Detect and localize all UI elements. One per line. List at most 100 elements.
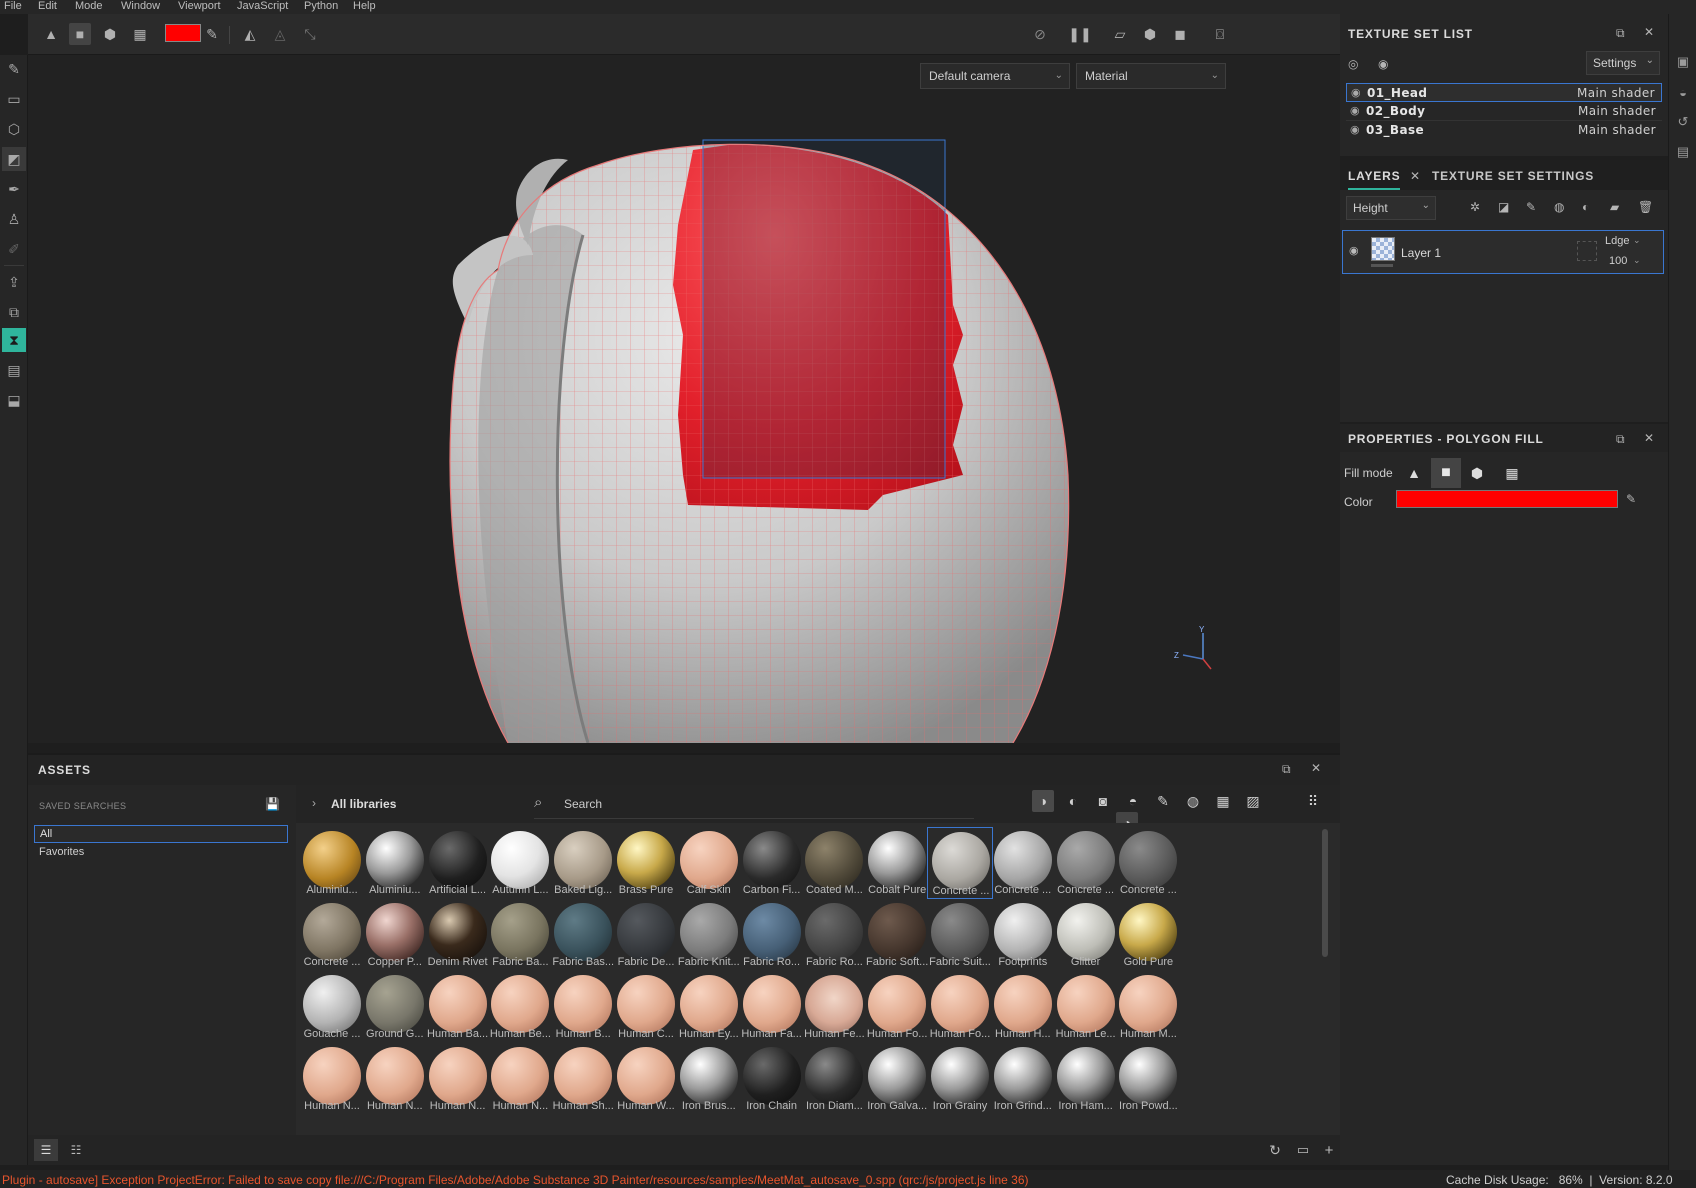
asset-tile[interactable]: Concrete ... [299, 899, 365, 971]
camera-select[interactable]: Default camera ⌄ [920, 63, 1070, 89]
asset-tile[interactable]: Artificial L... [425, 827, 491, 899]
box-icon[interactable]: ⬓ [2, 388, 26, 412]
tab-texture-set-settings[interactable]: TEXTURE SET SETTINGS [1432, 169, 1594, 183]
filter-alphas-icon[interactable]: ◍ [1182, 790, 1204, 812]
search-input[interactable]: Search [564, 797, 602, 811]
close-icon[interactable]: ✕ [1311, 761, 1321, 775]
square-mode-icon[interactable]: ■ [69, 23, 91, 45]
saved-search-all[interactable]: All [34, 825, 288, 843]
filter-brushes-icon[interactable]: ✎ [1152, 790, 1174, 812]
eye-icon[interactable]: ◉ [1350, 104, 1360, 117]
menu-mode[interactable]: Mode [75, 0, 103, 12]
asset-tile[interactable]: Denim Rivet [425, 899, 491, 971]
asset-tile[interactable]: Human N... [425, 1043, 491, 1115]
smart-material-icon[interactable]: ◐ [1582, 200, 1589, 214]
asset-tile[interactable]: Iron Ham... [1053, 1043, 1119, 1115]
uv-fill-icon[interactable]: ▦ [1500, 461, 1524, 485]
transform-icon[interactable]: ⤡ [299, 23, 321, 45]
grid-view-icon[interactable]: ⠿ [1302, 790, 1324, 812]
eye-icon[interactable]: ◉ [1349, 244, 1359, 257]
eye-icon[interactable]: ◉ [1351, 86, 1361, 99]
export-icon[interactable]: ⇪ [2, 270, 26, 294]
filter-textures-icon[interactable]: ▦ [1212, 790, 1234, 812]
asset-tile[interactable]: Human Fo... [864, 971, 930, 1043]
shader-name[interactable]: Main shader [1578, 104, 1656, 118]
asset-tile[interactable]: Fabric Ba... [487, 899, 553, 971]
texture-set-row[interactable]: ◉ 02_Body Main shader [1346, 102, 1662, 121]
asset-tile[interactable]: Iron Grainy [927, 1043, 993, 1115]
asset-tile[interactable]: Human Fa... [739, 971, 805, 1043]
effects-icon[interactable]: ✲ [1470, 200, 1480, 214]
visibility-toggle-icon[interactable]: ◎ [1348, 57, 1358, 71]
texture-set-row[interactable]: ◉ 01_Head Main shader [1346, 83, 1662, 102]
eraser-icon[interactable]: ▭ [2, 87, 26, 111]
picker-tool-icon[interactable]: ✐ [2, 237, 26, 261]
view-2d-icon[interactable]: ▱ [1109, 23, 1131, 45]
asset-tile[interactable]: Human Ey... [676, 971, 742, 1043]
asset-tile[interactable]: Fabric Suit... [927, 899, 993, 971]
camera-icon[interactable]: ◼ [1169, 23, 1191, 45]
asset-tile[interactable]: Fabric Soft... [864, 899, 930, 971]
asset-tile[interactable]: Fabric Ro... [801, 899, 867, 971]
asset-tile[interactable]: Cobalt Pure [864, 827, 930, 899]
asset-tile[interactable]: Ground G... [362, 971, 428, 1043]
asset-tile[interactable]: Gold Pure [1115, 899, 1181, 971]
folder-icon[interactable]: ▰ [1610, 200, 1619, 214]
layer-row[interactable]: ◉ Layer 1 Ldge ⌄ 100 ⌄ [1342, 230, 1664, 274]
texture-set-row[interactable]: ◉ 03_Base Main shader [1346, 121, 1662, 140]
chevron-right-icon[interactable]: › [312, 796, 316, 810]
polygon-fill-icon[interactable]: ■ [1431, 458, 1461, 488]
asset-tile[interactable]: Calf Skin [676, 827, 742, 899]
filter-environments-icon[interactable]: ▨ [1242, 790, 1264, 812]
layer-name[interactable]: Layer 1 [1401, 246, 1441, 260]
bake-icon[interactable]: ⧉ [2, 300, 26, 324]
asset-tile[interactable]: Fabric De... [613, 899, 679, 971]
asset-tile[interactable]: Glitter [1053, 899, 1119, 971]
shader-settings-icon[interactable]: ◒ [1673, 82, 1693, 102]
log-icon[interactable]: ▤ [1673, 142, 1693, 162]
float-icon[interactable]: ⧉ [1616, 26, 1625, 41]
asset-tile[interactable]: Aluminiu... [362, 827, 428, 899]
asset-tile[interactable]: Carbon Fi... [739, 827, 805, 899]
asset-tile[interactable]: Human Fe... [801, 971, 867, 1043]
asset-tile[interactable]: Baked Lig... [550, 827, 616, 899]
fill-color-swatch[interactable] [1396, 490, 1618, 508]
asset-tile[interactable]: Human B... [550, 971, 616, 1043]
asset-tile[interactable]: Iron Grind... [990, 1043, 1056, 1115]
asset-tile[interactable]: Human N... [299, 1043, 365, 1115]
asset-tile[interactable]: Concrete ... [990, 827, 1056, 899]
asset-tile[interactable]: Concrete ... [1053, 827, 1119, 899]
asset-tile[interactable]: Concrete ... [927, 827, 993, 899]
filter-materials-icon[interactable]: ◑ [1032, 790, 1054, 812]
asset-tile[interactable]: Iron Brus... [676, 1043, 742, 1115]
asset-tile[interactable]: Iron Galva... [864, 1043, 930, 1115]
save-search-icon[interactable]: 💾 [265, 797, 280, 811]
3d-viewport[interactable]: Y Z Default camera ⌄ Material ⌄ [28, 55, 1340, 743]
view-3d-icon[interactable]: ⬢ [1139, 23, 1161, 45]
asset-tile[interactable]: Autumn L... [487, 827, 553, 899]
close-icon[interactable]: ✕ [1644, 25, 1654, 39]
asset-tile[interactable]: Footprints [990, 899, 1056, 971]
asset-tile[interactable]: Human Ba... [425, 971, 491, 1043]
polygon-fill-icon[interactable]: ◩ [2, 147, 26, 171]
shader-name[interactable]: Main shader [1577, 86, 1655, 100]
asset-tile[interactable]: Brass Pure [613, 827, 679, 899]
new-folder-icon[interactable]: ▭ [1292, 1139, 1314, 1161]
tree-view-icon[interactable]: ☷ [64, 1139, 88, 1161]
asset-tile[interactable]: Fabric Bas... [550, 899, 616, 971]
hide-icon[interactable]: ⊘ [1029, 23, 1051, 45]
mirror-icon[interactable]: ◭ [239, 23, 261, 45]
picker-icon[interactable]: ✎ [201, 23, 223, 45]
asset-tile[interactable]: Copper P... [362, 899, 428, 971]
float-icon[interactable]: ⧉ [1616, 432, 1625, 447]
channel-select[interactable]: Height ⌄ [1346, 196, 1436, 220]
asset-tile[interactable]: Human Fo... [927, 971, 993, 1043]
eye-icon[interactable]: ◉ [1378, 57, 1388, 71]
hourglass-icon[interactable]: ⧗ [2, 328, 26, 352]
asset-tile[interactable]: Fabric Knit... [676, 899, 742, 971]
pause-icon[interactable]: ❚❚ [1068, 23, 1091, 45]
asset-tile[interactable]: Human N... [362, 1043, 428, 1115]
tab-layers[interactable]: LAYERS [1348, 169, 1401, 190]
asset-tile[interactable]: Coated M... [801, 827, 867, 899]
brush-icon[interactable]: ✎ [2, 57, 26, 81]
